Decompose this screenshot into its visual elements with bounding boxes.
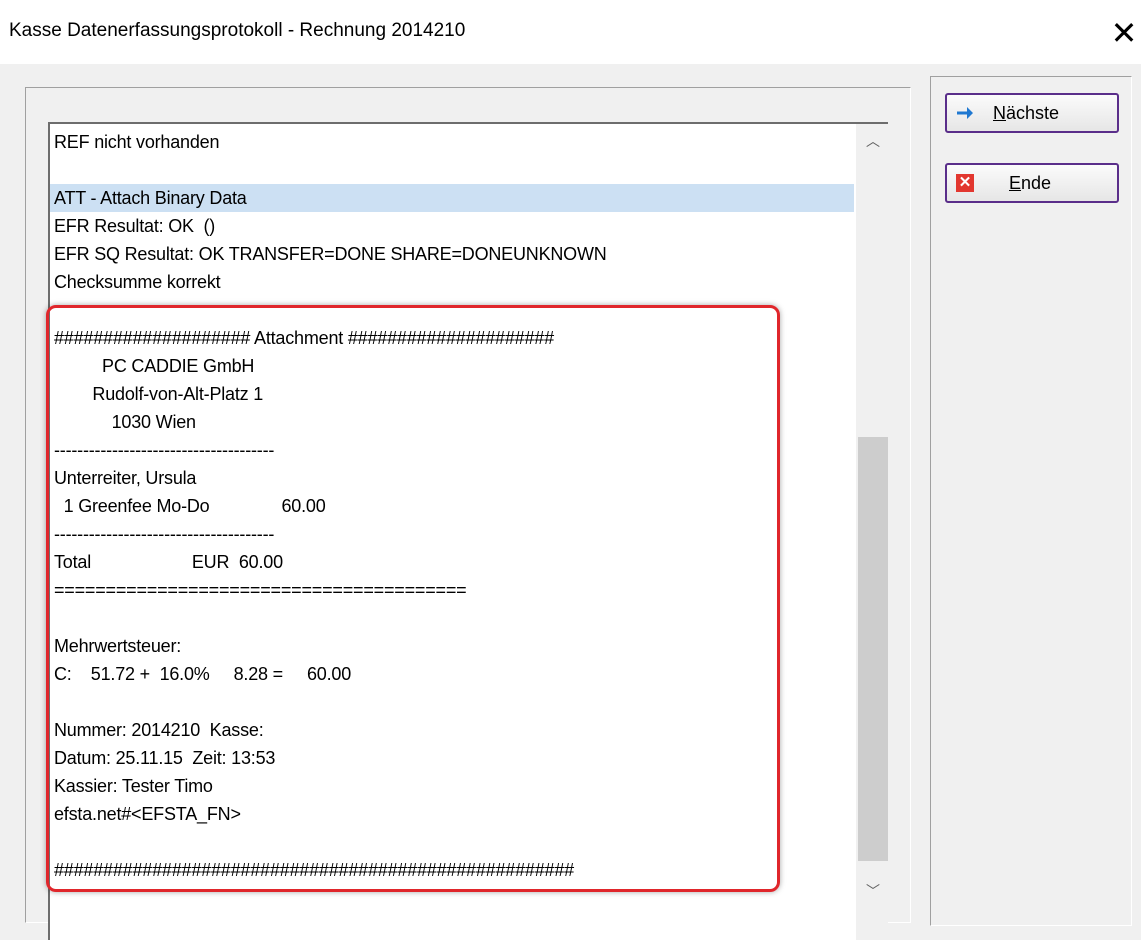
next-button[interactable]: Nächste bbox=[945, 93, 1119, 133]
protocol-listbox[interactable]: REF nicht vorhanden ATT - Attach Binary D… bbox=[48, 122, 888, 940]
list-item[interactable]: ======================================== bbox=[54, 576, 467, 604]
list-item[interactable]: 1 Greenfee Mo-Do 60.00 bbox=[54, 492, 326, 520]
list-item[interactable]: ########################################… bbox=[54, 856, 574, 884]
list-item[interactable]: Rudolf-von-Alt-Platz 1 bbox=[54, 380, 263, 408]
close-icon[interactable]: ✕ bbox=[1108, 13, 1140, 53]
list-item[interactable]: Nummer: 2014210 Kasse: bbox=[54, 716, 264, 744]
window-title: Kasse Datenerfassungsprotokoll - Rechnun… bbox=[9, 20, 466, 41]
button-panel-frame bbox=[930, 76, 1132, 926]
list-item[interactable]: 1030 Wien bbox=[54, 408, 196, 436]
list-item[interactable]: -------------------------------------- bbox=[54, 436, 274, 464]
list-item[interactable]: Unterreiter, Ursula bbox=[54, 464, 196, 492]
scrollbar-thumb[interactable] bbox=[858, 437, 888, 861]
list-item[interactable]: efsta.net#<EFSTA_FN> bbox=[54, 800, 241, 828]
list-item[interactable]: -------------------------------------- bbox=[54, 520, 274, 548]
scroll-down-icon[interactable]: ﹀ bbox=[856, 874, 888, 908]
list-item[interactable]: Kassier: Tester Timo bbox=[54, 772, 213, 800]
end-button[interactable]: ✕ Ende bbox=[945, 163, 1119, 203]
list-item[interactable]: PC CADDIE GmbH bbox=[54, 352, 254, 380]
list-item[interactable]: #################### Attachment ########… bbox=[54, 324, 554, 352]
list-item[interactable]: Checksumme korrekt bbox=[54, 268, 221, 296]
list-item[interactable]: EFR Resultat: OK () bbox=[54, 212, 215, 240]
next-button-label: Nächste bbox=[993, 103, 1060, 123]
scroll-up-icon[interactable]: ︿ bbox=[856, 124, 888, 158]
arrow-right-icon bbox=[956, 104, 974, 122]
vertical-scrollbar[interactable]: ︿ ﹀ bbox=[856, 124, 888, 940]
title-bar: Kasse Datenerfassungsprotokoll - Rechnun… bbox=[0, 0, 1141, 64]
selected-list-item[interactable]: ATT - Attach Binary Data bbox=[50, 184, 854, 212]
close-red-icon: ✕ bbox=[956, 174, 974, 192]
list-item[interactable]: EFR SQ Resultat: OK TRANSFER=DONE SHARE=… bbox=[54, 240, 607, 268]
list-item[interactable]: REF nicht vorhanden bbox=[54, 128, 219, 156]
list-item[interactable]: Mehrwertsteuer: bbox=[54, 632, 181, 660]
end-button-label: Ende bbox=[1009, 173, 1052, 193]
list-item[interactable]: Total EUR 60.00 bbox=[54, 548, 283, 576]
list-item[interactable]: C: 51.72 + 16.0% 8.28 = 60.00 bbox=[54, 660, 351, 688]
list-item[interactable]: Datum: 25.11.15 Zeit: 13:53 bbox=[54, 744, 275, 772]
